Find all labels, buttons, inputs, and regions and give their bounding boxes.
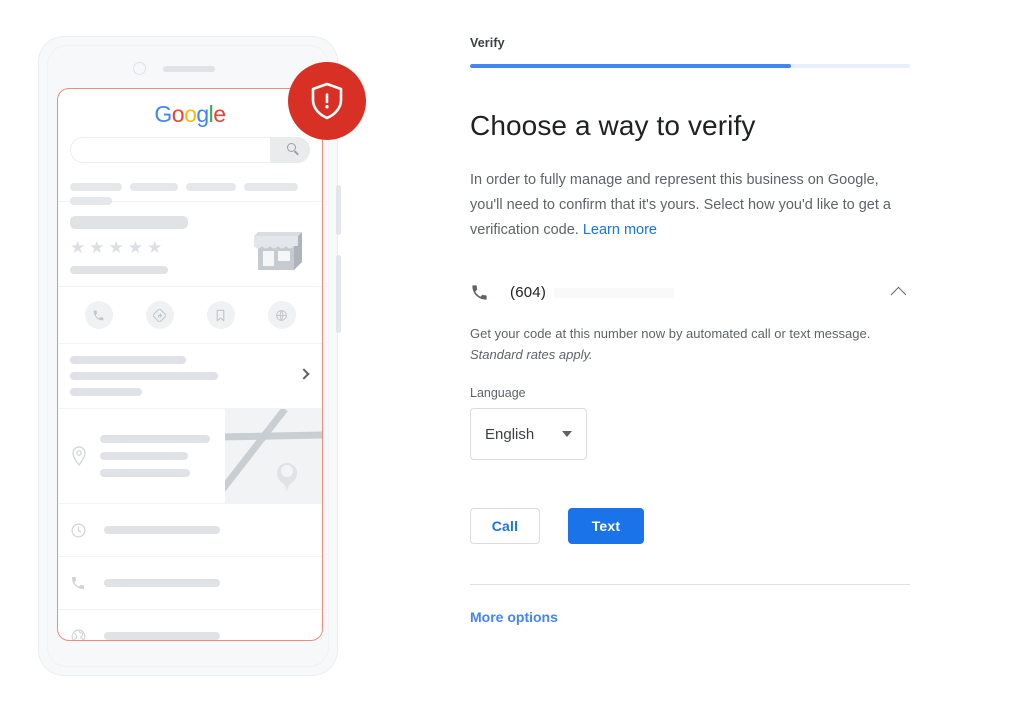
detail-list-block [58,344,322,409]
language-select[interactable]: English [470,408,587,460]
chevron-right-icon [298,368,310,380]
directions-icon [145,301,174,329]
website-icon [267,301,296,329]
star-icon: ★ [127,238,143,257]
phone-icon [470,283,510,302]
phone-number-value: (604) [510,283,547,301]
language-label: Language [470,386,526,400]
star-icon: ★ [89,238,105,257]
star-icon: ★ [108,238,124,257]
search-icon [287,143,296,152]
star-icon: ★ [70,238,86,257]
text-placeholder [104,579,220,587]
action-button-row: Call Text [470,508,910,544]
shield-alert-icon [288,62,366,140]
address-block [58,409,322,504]
business-category-placeholder [70,266,168,274]
phone-side-button-top [336,185,341,235]
phone-frame: Google ★ ★ ★ ★ ★ [38,36,341,676]
progress-bar [470,64,910,68]
step-label: Verify [470,36,505,50]
phone-side-button-bottom [336,255,341,333]
text-placeholder [100,435,210,443]
verification-option-row[interactable]: (604) [470,279,910,305]
intro-body: In order to fully manage and represent t… [470,172,891,238]
business-summary: ★ ★ ★ ★ ★ [58,202,322,287]
hours-row [58,504,322,557]
call-icon [84,301,113,329]
text-placeholder [70,388,142,396]
verification-page: Google ★ ★ ★ ★ ★ Verify Choose a way to … [0,0,1024,705]
phone-row [58,557,322,610]
storefront-icon [246,218,310,274]
speaker-slot-icon [163,66,215,72]
globe-icon [70,628,100,640]
chip-placeholder [130,183,178,191]
text-placeholder [100,452,188,460]
chevron-up-icon[interactable] [890,286,907,302]
save-icon [206,301,235,329]
map-thumbnail [225,409,322,503]
section-divider [470,584,910,585]
star-icon: ★ [147,238,163,257]
intro-text: In order to fully manage and represent t… [470,168,910,243]
more-options-link[interactable]: More options [470,609,910,625]
screen-search-header: Google [58,89,322,205]
text-placeholder [70,356,186,364]
page-title: Choose a way to verify [470,110,756,141]
phone-illustration: Google ★ ★ ★ ★ ★ [0,0,440,705]
business-name-placeholder [70,216,188,229]
progress-bar-fill [470,64,792,68]
verify-panel: Verify Choose a way to verify In order t… [470,0,910,625]
text-placeholder [100,469,190,477]
call-button[interactable]: Call [470,508,540,544]
helper-text: Get your code at this number now by auto… [470,323,910,365]
phone-number: (604) [510,284,893,301]
learn-more-link[interactable]: Learn more [583,222,657,238]
text-placeholder [70,372,218,380]
phone-icon [70,575,100,591]
helper-body: Get your code at this number now by auto… [470,326,871,341]
caret-down-icon [562,431,572,437]
chip-placeholder [186,183,236,191]
chip-placeholder [70,183,122,191]
camera-dot-icon [133,62,146,75]
google-logo: Google [154,101,226,127]
map-pin-icon [58,446,100,466]
chip-placeholder [244,183,298,191]
text-placeholder [104,632,220,640]
rating-stars: ★ ★ ★ ★ ★ [70,239,246,256]
helper-italic: Standard rates apply. [470,347,593,362]
website-row [58,610,322,640]
phone-screen: Google ★ ★ ★ ★ ★ [57,88,323,641]
text-placeholder [104,526,220,534]
action-buttons-row [58,287,322,344]
language-select-value: English [485,425,535,443]
phone-number-redacted [554,288,674,298]
text-button[interactable]: Text [568,508,644,544]
clock-icon [70,522,100,539]
